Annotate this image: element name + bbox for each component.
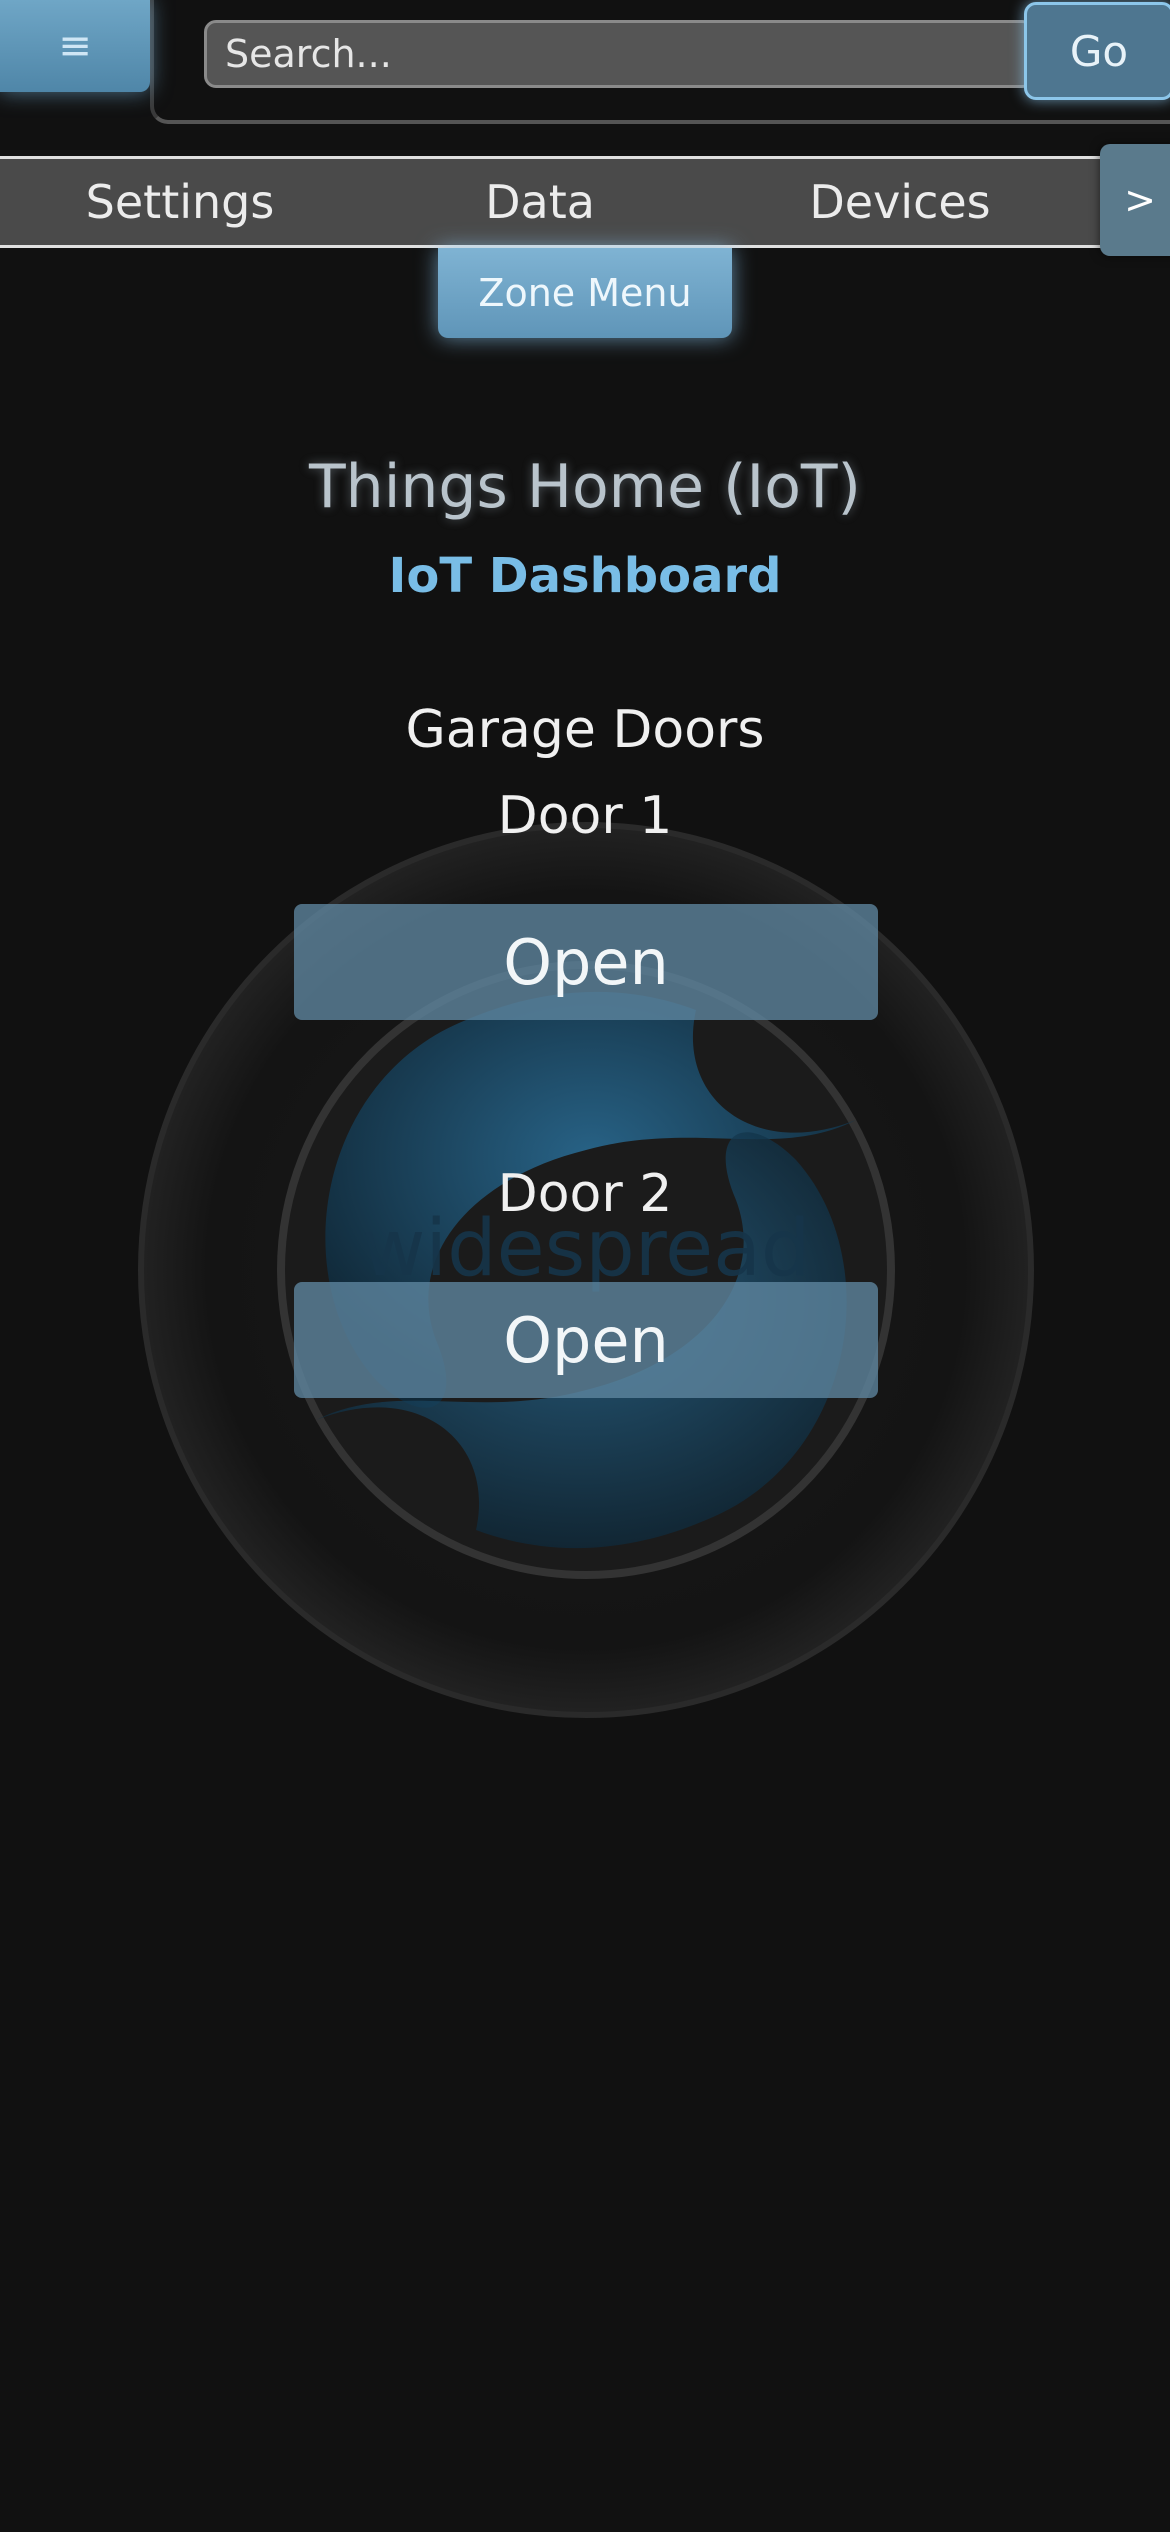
page: widespread ≡ Go Settings Data Devices > … (0, 0, 1170, 2532)
nav-item-devices[interactable]: Devices (720, 159, 1080, 245)
go-button[interactable]: Go (1024, 2, 1170, 100)
page-title: Things Home (IoT) (309, 452, 861, 522)
section-title: Garage Doors (405, 700, 765, 760)
search-input[interactable] (204, 20, 1034, 88)
nav-next-button[interactable]: > (1100, 144, 1170, 256)
page-subtitle: IoT Dashboard (388, 548, 782, 604)
chevron-right-icon: > (1124, 178, 1156, 222)
door-1-open-button[interactable]: Open (294, 904, 878, 1020)
nav-item-data[interactable]: Data (360, 159, 720, 245)
nav-item-settings[interactable]: Settings (0, 159, 360, 245)
door-2-open-button[interactable]: Open (294, 1282, 878, 1398)
menu-button[interactable]: ≡ (0, 0, 150, 92)
door-1-label: Door 1 (497, 786, 673, 846)
nav-bar: Settings Data Devices (0, 156, 1170, 248)
hamburger-menu-icon: ≡ (58, 23, 92, 69)
door-2-label: Door 2 (497, 1164, 673, 1224)
zone-menu-button[interactable]: Zone Menu (438, 248, 732, 338)
